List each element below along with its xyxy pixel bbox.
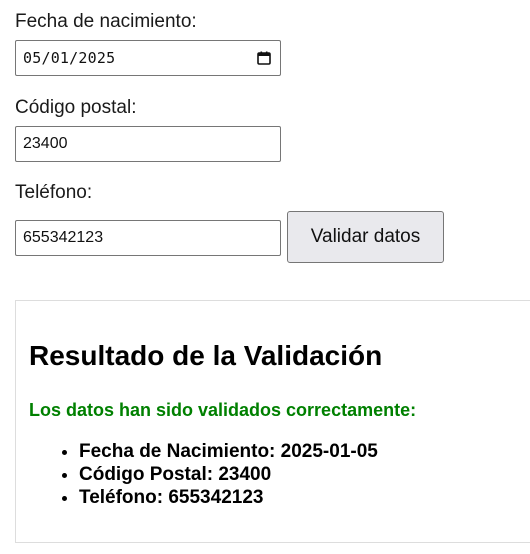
result-title: Resultado de la Validación	[29, 340, 383, 371]
phone-label: Teléfono:	[15, 182, 93, 203]
postal-code-field[interactable]: 23400	[15, 126, 281, 162]
result-list: Fecha de Nacimiento: 2025-01-05 Código P…	[29, 440, 378, 509]
calendar-icon[interactable]	[257, 51, 271, 65]
postal-code-value: 23400	[23, 135, 68, 152]
result-panel: Resultado de la Validación Los datos han…	[15, 300, 530, 543]
phone-value: 655342123	[23, 229, 104, 246]
result-item-postal-code: Código Postal: 23400	[79, 463, 378, 486]
phone-field[interactable]: 655342123	[15, 220, 281, 256]
result-item-birthdate: Fecha de Nacimiento: 2025-01-05	[79, 440, 378, 463]
validate-button[interactable]: Validar datos	[287, 211, 444, 263]
result-item-phone: Teléfono: 655342123	[79, 486, 378, 509]
birthdate-label: Fecha de nacimiento:	[15, 11, 197, 32]
postal-code-label: Código postal:	[15, 97, 137, 118]
birthdate-value: 05/01/2025	[23, 49, 116, 67]
success-message: Los datos han sido validados correctamen…	[29, 400, 417, 420]
birthdate-field[interactable]: 05/01/2025	[15, 40, 281, 76]
